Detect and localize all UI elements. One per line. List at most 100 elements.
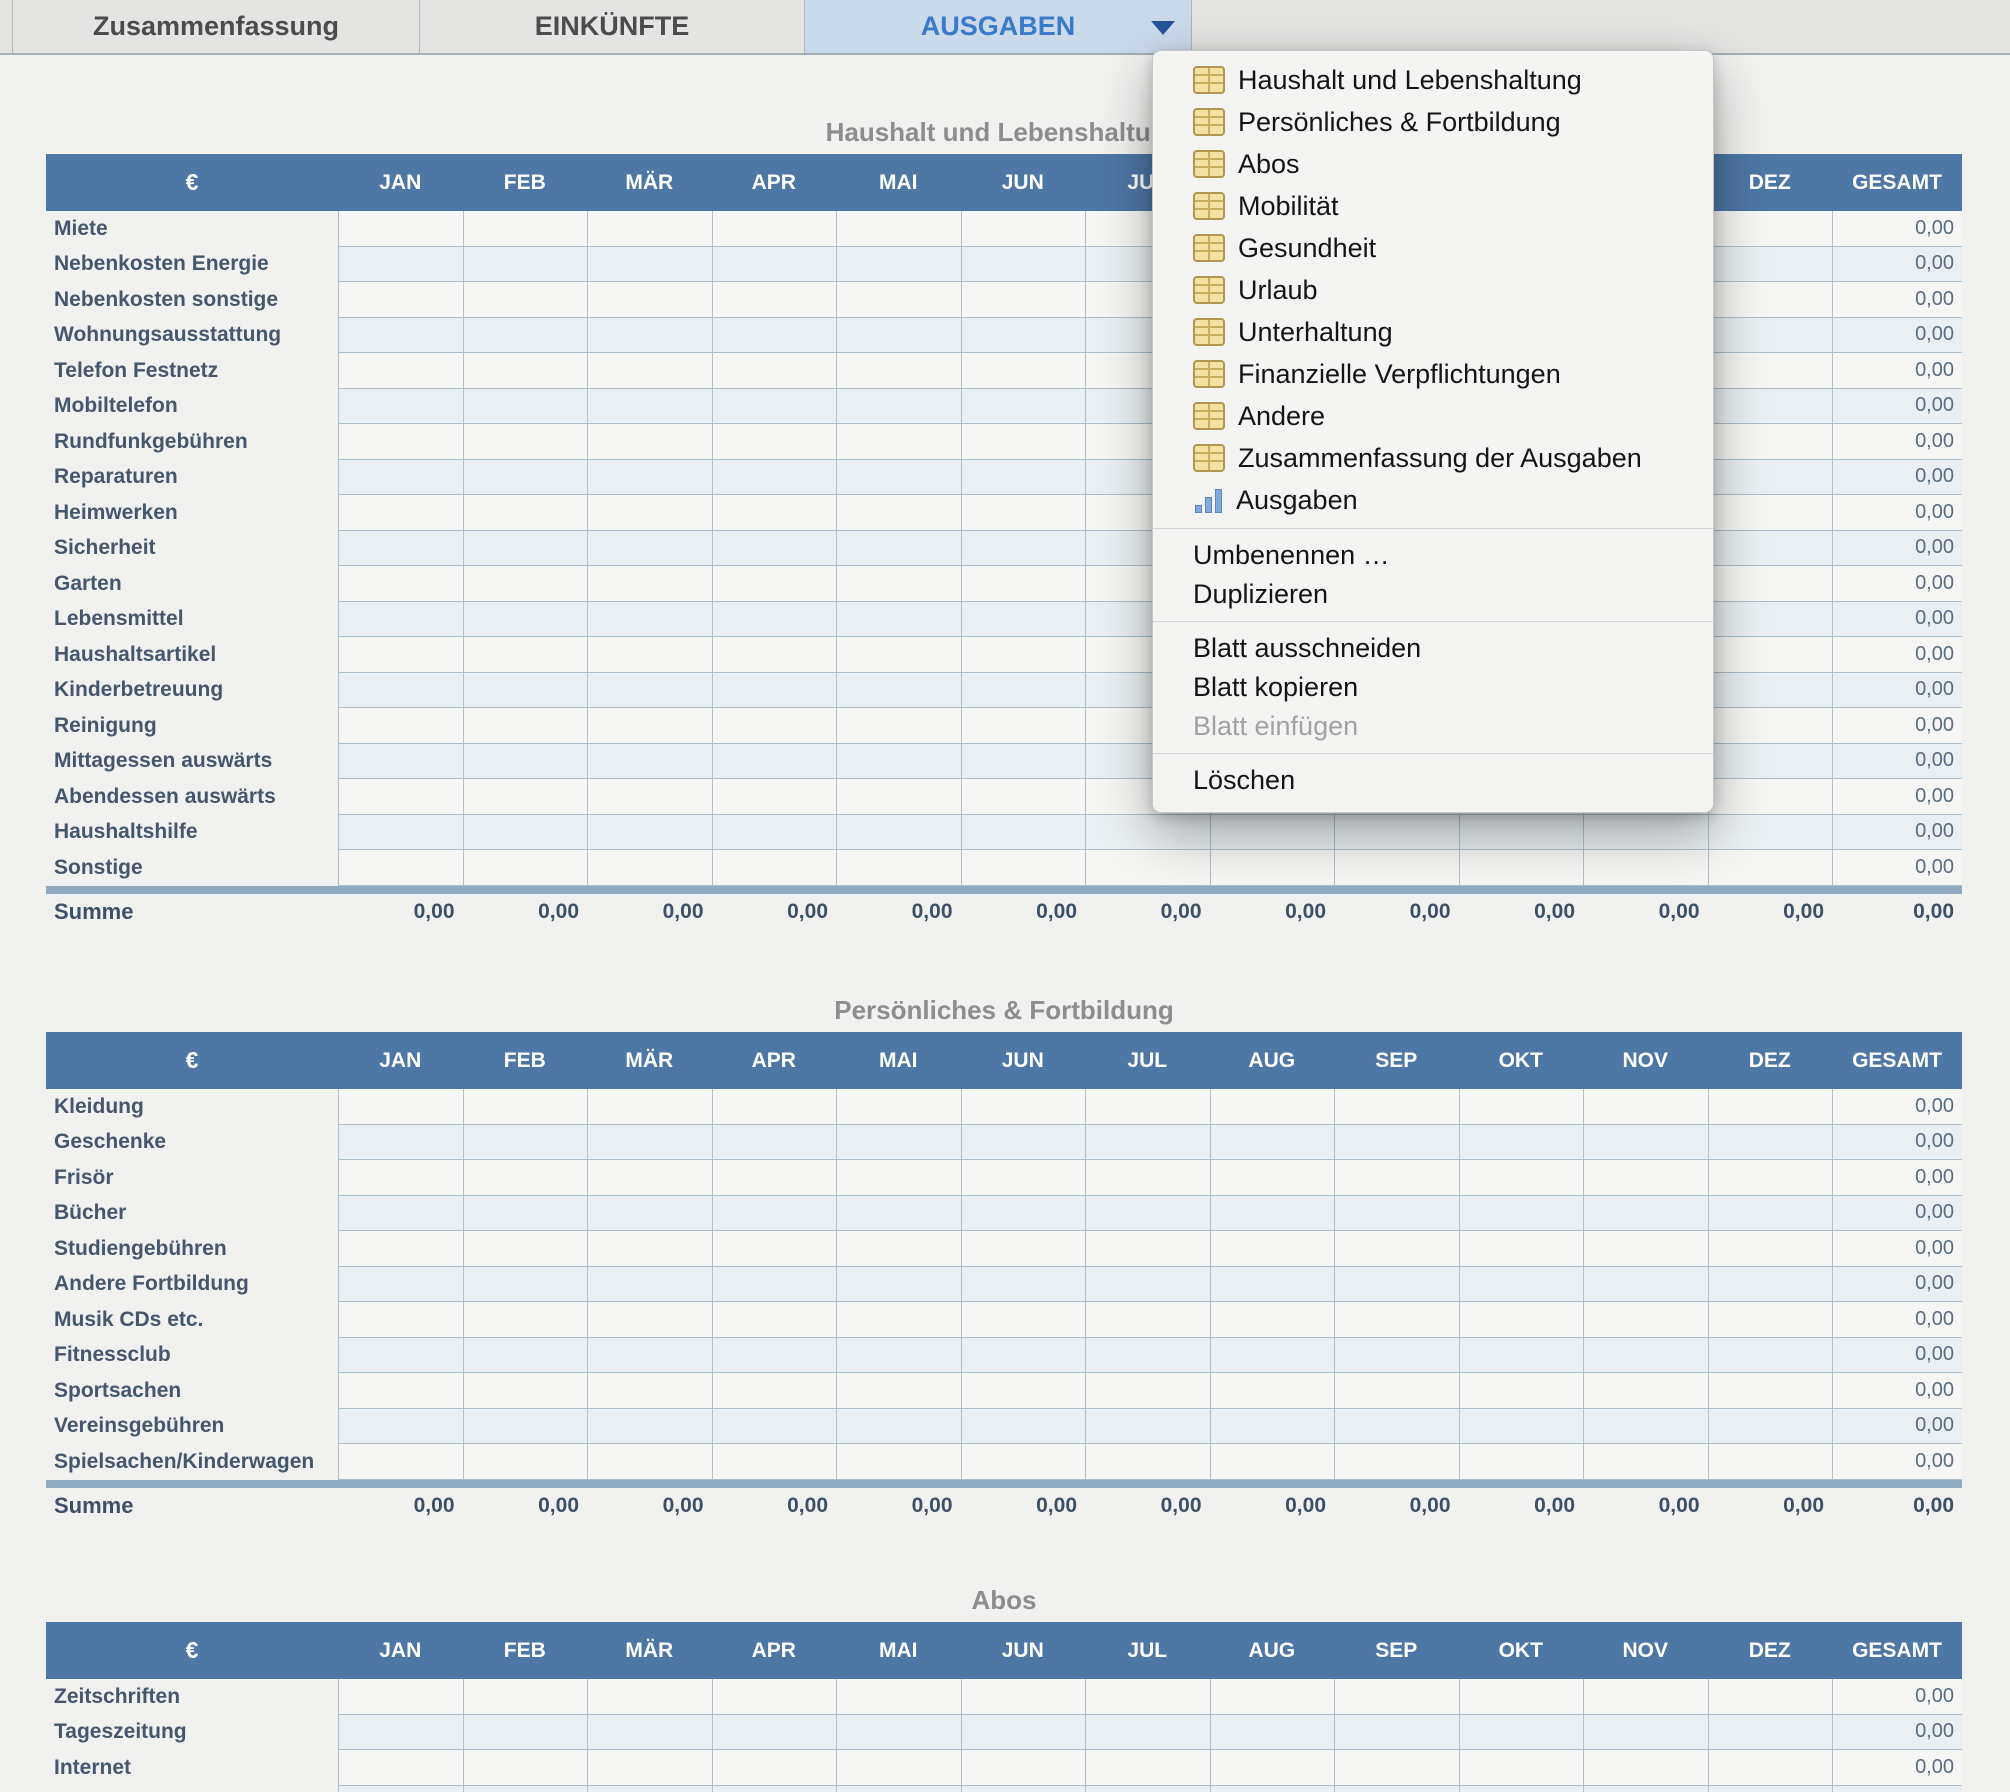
data-cell[interactable]	[836, 211, 961, 247]
data-cell[interactable]	[463, 1160, 588, 1196]
summe-value-cell[interactable]: 0,00	[1459, 894, 1584, 930]
data-cell[interactable]	[712, 1267, 837, 1303]
data-cell[interactable]	[1210, 1373, 1335, 1409]
data-cell[interactable]	[463, 673, 588, 709]
data-cell[interactable]	[1085, 1160, 1210, 1196]
menu-item-finanzielle-verpflichtungen[interactable]: Finanzielle Verpflichtungen	[1153, 353, 1713, 395]
gesamt-value-cell[interactable]: 0,00	[1832, 1444, 1962, 1480]
data-cell[interactable]	[1334, 1089, 1459, 1125]
gesamt-value-cell[interactable]: 0,00	[1832, 1196, 1962, 1232]
data-cell[interactable]	[712, 460, 837, 496]
column-header-month-jan[interactable]: JAN	[338, 1049, 463, 1073]
data-cell[interactable]	[1708, 1786, 1833, 1792]
data-cell[interactable]	[712, 1302, 837, 1338]
data-cell[interactable]	[1708, 318, 1833, 354]
data-cell[interactable]	[587, 211, 712, 247]
summe-gesamt-cell[interactable]: 0,00	[1832, 894, 1962, 930]
data-cell[interactable]	[1210, 1196, 1335, 1232]
data-cell[interactable]	[463, 1338, 588, 1374]
gesamt-value-cell[interactable]: 0,00	[1832, 1231, 1962, 1267]
data-cell[interactable]	[1459, 1089, 1584, 1125]
data-cell[interactable]	[836, 1089, 961, 1125]
menu-item-unterhaltung[interactable]: Unterhaltung	[1153, 311, 1713, 353]
gesamt-value-cell[interactable]: 0,00	[1832, 708, 1962, 744]
data-cell[interactable]	[338, 779, 463, 815]
row-label-cell[interactable]: Andere Fortbildung	[46, 1267, 338, 1303]
data-cell[interactable]	[961, 779, 1086, 815]
data-cell[interactable]	[587, 1089, 712, 1125]
data-cell[interactable]	[712, 247, 837, 283]
data-cell[interactable]	[712, 744, 837, 780]
data-cell[interactable]	[836, 850, 961, 886]
row-label-cell[interactable]: Miete	[46, 211, 338, 247]
summe-value-cell[interactable]: 0,00	[1708, 894, 1833, 930]
data-cell[interactable]	[961, 850, 1086, 886]
row-label-cell[interactable]: Rundfunkgebühren	[46, 424, 338, 460]
gesamt-value-cell[interactable]: 0,00	[1832, 566, 1962, 602]
data-cell[interactable]	[463, 389, 588, 425]
data-cell[interactable]	[1583, 850, 1708, 886]
summe-value-cell[interactable]: 0,00	[1210, 1488, 1335, 1524]
data-cell[interactable]	[338, 1715, 463, 1751]
data-cell[interactable]	[836, 495, 961, 531]
menu-item-blatt-ausschneiden[interactable]: Blatt ausschneiden	[1153, 629, 1713, 668]
data-cell[interactable]	[1708, 353, 1833, 389]
data-cell[interactable]	[1583, 815, 1708, 851]
summe-value-cell[interactable]: 0,00	[587, 1488, 712, 1524]
data-cell[interactable]	[587, 566, 712, 602]
data-cell[interactable]	[587, 1444, 712, 1480]
data-cell[interactable]	[1708, 1679, 1833, 1715]
data-cell[interactable]	[587, 708, 712, 744]
data-cell[interactable]	[1459, 1231, 1584, 1267]
column-header-month-apr[interactable]: APR	[712, 1049, 837, 1073]
data-cell[interactable]	[1210, 1125, 1335, 1161]
data-cell[interactable]	[338, 1231, 463, 1267]
data-cell[interactable]	[1708, 531, 1833, 567]
data-cell[interactable]	[1085, 1409, 1210, 1445]
column-header-month-apr[interactable]: APR	[712, 1639, 837, 1663]
data-cell[interactable]	[961, 1231, 1086, 1267]
data-cell[interactable]	[587, 1302, 712, 1338]
data-cell[interactable]	[587, 1786, 712, 1792]
gesamt-value-cell[interactable]: 0,00	[1832, 1089, 1962, 1125]
data-cell[interactable]	[338, 566, 463, 602]
data-cell[interactable]	[338, 850, 463, 886]
data-cell[interactable]	[961, 211, 1086, 247]
gesamt-value-cell[interactable]: 0,00	[1832, 211, 1962, 247]
data-cell[interactable]	[463, 850, 588, 886]
data-cell[interactable]	[463, 815, 588, 851]
data-cell[interactable]	[1708, 1231, 1833, 1267]
data-cell[interactable]	[463, 318, 588, 354]
data-cell[interactable]	[1708, 1750, 1833, 1786]
data-cell[interactable]	[1708, 708, 1833, 744]
data-cell[interactable]	[1210, 815, 1335, 851]
data-cell[interactable]	[338, 1679, 463, 1715]
data-cell[interactable]	[463, 282, 588, 318]
summe-value-cell[interactable]: 0,00	[1334, 894, 1459, 930]
data-cell[interactable]	[1085, 1196, 1210, 1232]
gesamt-value-cell[interactable]: 0,00	[1832, 637, 1962, 673]
data-cell[interactable]	[961, 1786, 1086, 1792]
column-header-month-maer[interactable]: MÄR	[587, 1049, 712, 1073]
data-cell[interactable]	[961, 247, 1086, 283]
data-cell[interactable]	[712, 389, 837, 425]
data-cell[interactable]	[836, 673, 961, 709]
row-label-cell[interactable]: Frisör	[46, 1160, 338, 1196]
data-cell[interactable]	[463, 1267, 588, 1303]
column-header-month-jun[interactable]: JUN	[961, 171, 1086, 195]
summe-value-cell[interactable]: 0,00	[463, 894, 588, 930]
data-cell[interactable]	[1210, 1679, 1335, 1715]
gesamt-value-cell[interactable]: 0,00	[1832, 1338, 1962, 1374]
data-cell[interactable]	[712, 1409, 837, 1445]
menu-item-urlaub[interactable]: Urlaub	[1153, 269, 1713, 311]
data-cell[interactable]	[961, 353, 1086, 389]
data-cell[interactable]	[1708, 566, 1833, 602]
row-label-cell[interactable]: Reparaturen	[46, 460, 338, 496]
data-cell[interactable]	[961, 318, 1086, 354]
data-cell[interactable]	[1583, 1444, 1708, 1480]
data-cell[interactable]	[1459, 1373, 1584, 1409]
column-header-month-feb[interactable]: FEB	[463, 1049, 588, 1073]
column-header-gesamt[interactable]: GESAMT	[1832, 1639, 1962, 1663]
data-cell[interactable]	[712, 495, 837, 531]
column-header-gesamt[interactable]: GESAMT	[1832, 1049, 1962, 1073]
